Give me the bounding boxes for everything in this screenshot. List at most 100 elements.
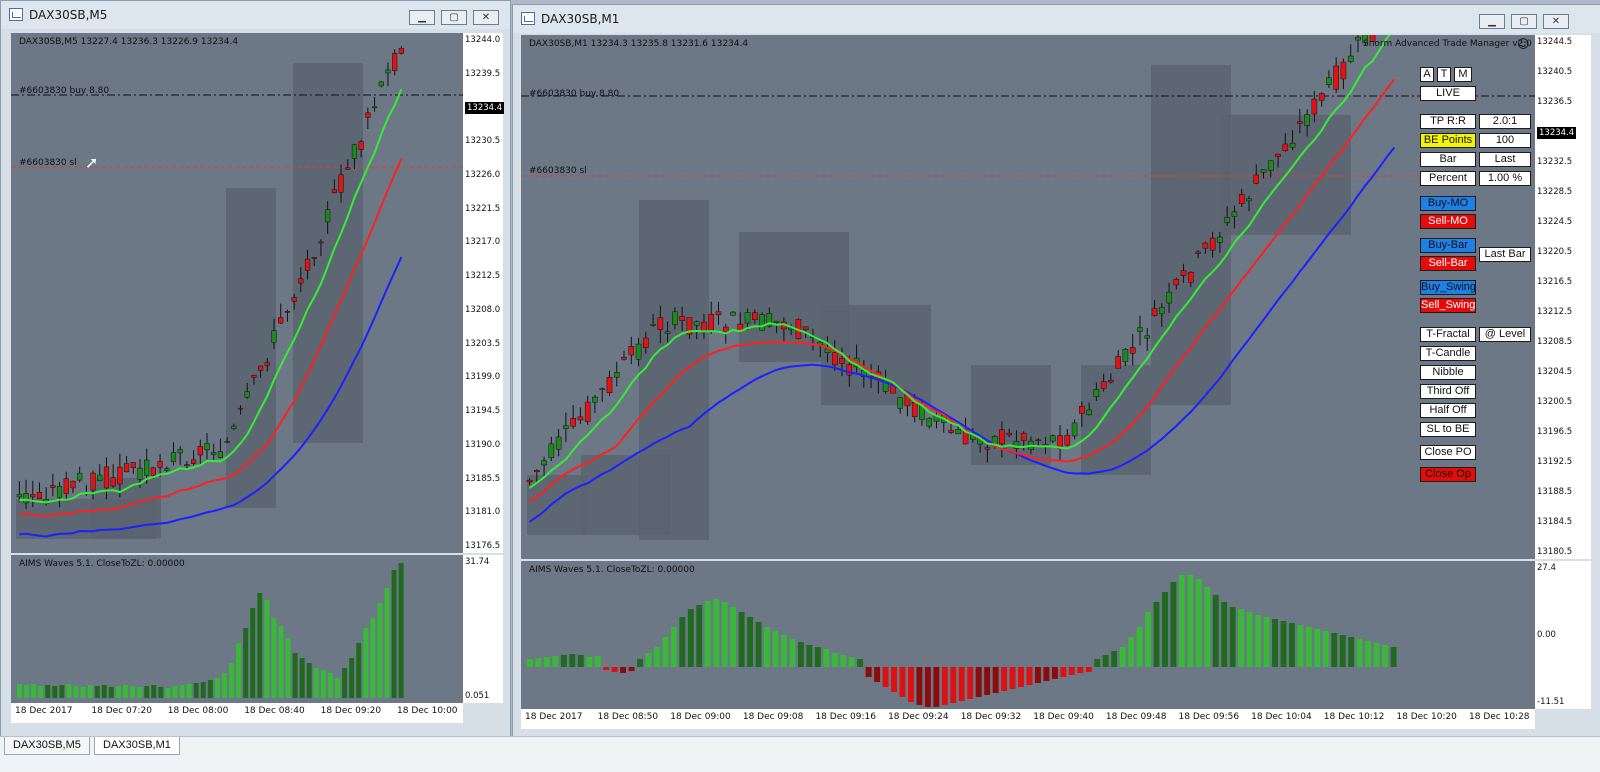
candle-body	[1158, 307, 1165, 314]
close-button[interactable]: ✕	[1543, 14, 1569, 29]
indicator-bar	[535, 658, 542, 667]
chart-window-m1[interactable]: DAX30SB,M1 ▁ ▢ ✕ DAX30SB,M1 13234.3 1323…	[512, 4, 1600, 737]
candle-body	[1282, 143, 1289, 151]
tab-dax30sb-m1[interactable]: DAX30SB,M1	[94, 737, 180, 755]
indicator-pane-m1[interactable]: AIMS Waves 5.1. CloseToZL: 0.00000	[521, 561, 1535, 709]
mode-m-button[interactable]: M	[1454, 67, 1472, 82]
indicator-bar	[1111, 651, 1118, 667]
candle-body	[278, 317, 284, 324]
candle-body	[730, 311, 736, 316]
sl-to-be-button[interactable]: SL to BE	[1420, 422, 1476, 437]
be-points-button[interactable]: BE Points	[1420, 133, 1476, 148]
chart-info: DAX30SB,M5 13227.4 13236.3 13226.9 13234…	[19, 37, 239, 47]
at-level-button[interactable]: @ Level	[1479, 327, 1531, 342]
indicator-bar	[243, 628, 249, 698]
time-tick: 18 Dec 09:08	[742, 712, 804, 722]
mode-a-button[interactable]: A	[1420, 67, 1434, 82]
sell-mo-button[interactable]: Sell-MO	[1420, 214, 1476, 229]
indicator-bar	[662, 637, 669, 667]
candle-body	[1275, 153, 1281, 157]
price-tick: 13190.0	[465, 439, 501, 450]
third-off-button[interactable]: Third Off	[1420, 384, 1476, 399]
tab-dax30sb-m5[interactable]: DAX30SB,M5	[4, 737, 90, 755]
indicator-bar	[1161, 592, 1168, 667]
candle-body	[831, 352, 838, 366]
indicator-bar	[264, 600, 270, 698]
t-candle-button[interactable]: T-Candle	[1420, 346, 1476, 361]
percent-button[interactable]: Percent	[1420, 171, 1476, 186]
candle-body	[385, 69, 391, 74]
candle-body	[291, 297, 297, 302]
order-buy-label: #6603830 buy 8.80	[529, 89, 620, 99]
indicator-pane-m5[interactable]: AIMS Waves 5.1. CloseToZL: 0.00000	[11, 555, 463, 703]
t-fractal-button[interactable]: T-Fractal	[1420, 327, 1476, 342]
bar-value[interactable]: Last	[1479, 152, 1531, 167]
candle-body	[231, 425, 237, 430]
candle-body	[1093, 389, 1100, 397]
indicator-bar	[165, 688, 171, 698]
sell-swing-button[interactable]: Sell_Swing	[1420, 298, 1476, 313]
candle-body	[664, 331, 671, 334]
candle-body	[679, 316, 685, 321]
bar-button[interactable]: Bar	[1420, 152, 1476, 167]
maximize-button[interactable]: ▢	[441, 10, 467, 25]
indicator-bar	[313, 668, 319, 698]
price-tick: 13240.5	[1537, 67, 1573, 77]
indicator-bar	[1280, 621, 1287, 667]
price-chart-m1[interactable]: DAX30SB,M1 13234.3 13235.8 13231.6 13234…	[521, 35, 1535, 559]
tp-rr-value[interactable]: 2.0:1	[1479, 114, 1531, 129]
indicator-bar	[384, 588, 390, 698]
indicator-bar	[335, 678, 340, 698]
indicator-bar	[1322, 631, 1329, 667]
close-op-button[interactable]: Close Op	[1420, 467, 1476, 482]
last-bar-button[interactable]: Last Bar	[1479, 247, 1531, 262]
window-titlebar[interactable]: DAX30SB,M1 ▁ ▢ ✕	[513, 5, 1600, 33]
nibble-button[interactable]: Nibble	[1420, 365, 1476, 380]
candle-body	[599, 388, 606, 390]
indicator-bar	[958, 667, 965, 701]
indicator-bar	[115, 686, 121, 698]
price-tick: 13204.5	[1537, 367, 1573, 377]
indicator-bar	[696, 605, 703, 667]
price-axis: 13244.5 13240.5 13236.5 13234.4 13232.5 13228…	[1535, 35, 1591, 559]
indicator-bar	[772, 631, 779, 667]
maximize-button[interactable]: ▢	[1511, 14, 1537, 29]
minimize-button[interactable]: ▁	[1479, 14, 1505, 29]
sell-bar-button[interactable]: Sell-Bar	[1420, 256, 1476, 271]
price-tick: 13181.0	[465, 507, 501, 518]
indicator-bar	[1297, 625, 1304, 667]
indicator-bar	[398, 563, 404, 698]
indicator-bar	[713, 599, 720, 667]
live-button[interactable]: LIVE	[1420, 86, 1476, 101]
candle-body	[897, 397, 903, 409]
buy-bar-button[interactable]: Buy-Bar	[1420, 238, 1476, 253]
chart-window-m5[interactable]: DAX30SB,M5 ▁ ▢ ✕ DAX30SB,M5 13227.4 1323…	[0, 0, 511, 737]
time-tick: 18 Dec 09:24	[888, 712, 949, 722]
time-tick: 18 Dec 10:00	[397, 706, 458, 716]
price-chart-m5[interactable]: DAX30SB,M5 13227.4 13236.3 13226.9 13234…	[11, 33, 463, 553]
chart-window-icon	[9, 8, 23, 21]
close-po-button[interactable]: Close PO	[1420, 445, 1476, 460]
mode-t-button[interactable]: T	[1437, 67, 1451, 82]
be-points-value[interactable]: 100	[1479, 133, 1531, 148]
percent-value[interactable]: 1.00 %	[1479, 171, 1531, 186]
indicator-bar	[891, 667, 897, 692]
candle-body	[191, 459, 197, 464]
indicator-bar	[941, 667, 948, 705]
price-tick: -11.51	[1537, 697, 1565, 707]
indicator-bar	[1238, 609, 1245, 667]
tp-rr-button[interactable]: TP R:R	[1420, 114, 1476, 129]
candle-body	[635, 343, 642, 360]
candle-body	[948, 429, 954, 433]
window-titlebar[interactable]: DAX30SB,M5 ▁ ▢ ✕	[1, 1, 510, 29]
indicator-bar	[857, 659, 864, 667]
indicator-bar	[679, 617, 686, 667]
close-button[interactable]: ✕	[473, 10, 499, 25]
half-off-button[interactable]: Half Off	[1420, 403, 1476, 418]
candle-body	[1289, 142, 1296, 148]
buy-swing-button[interactable]: Buy_Swing	[1420, 280, 1476, 295]
buy-mo-button[interactable]: Buy-MO	[1420, 196, 1476, 211]
candle-body	[1340, 61, 1347, 80]
candle-body	[1297, 121, 1303, 124]
minimize-button[interactable]: ▁	[409, 10, 435, 25]
